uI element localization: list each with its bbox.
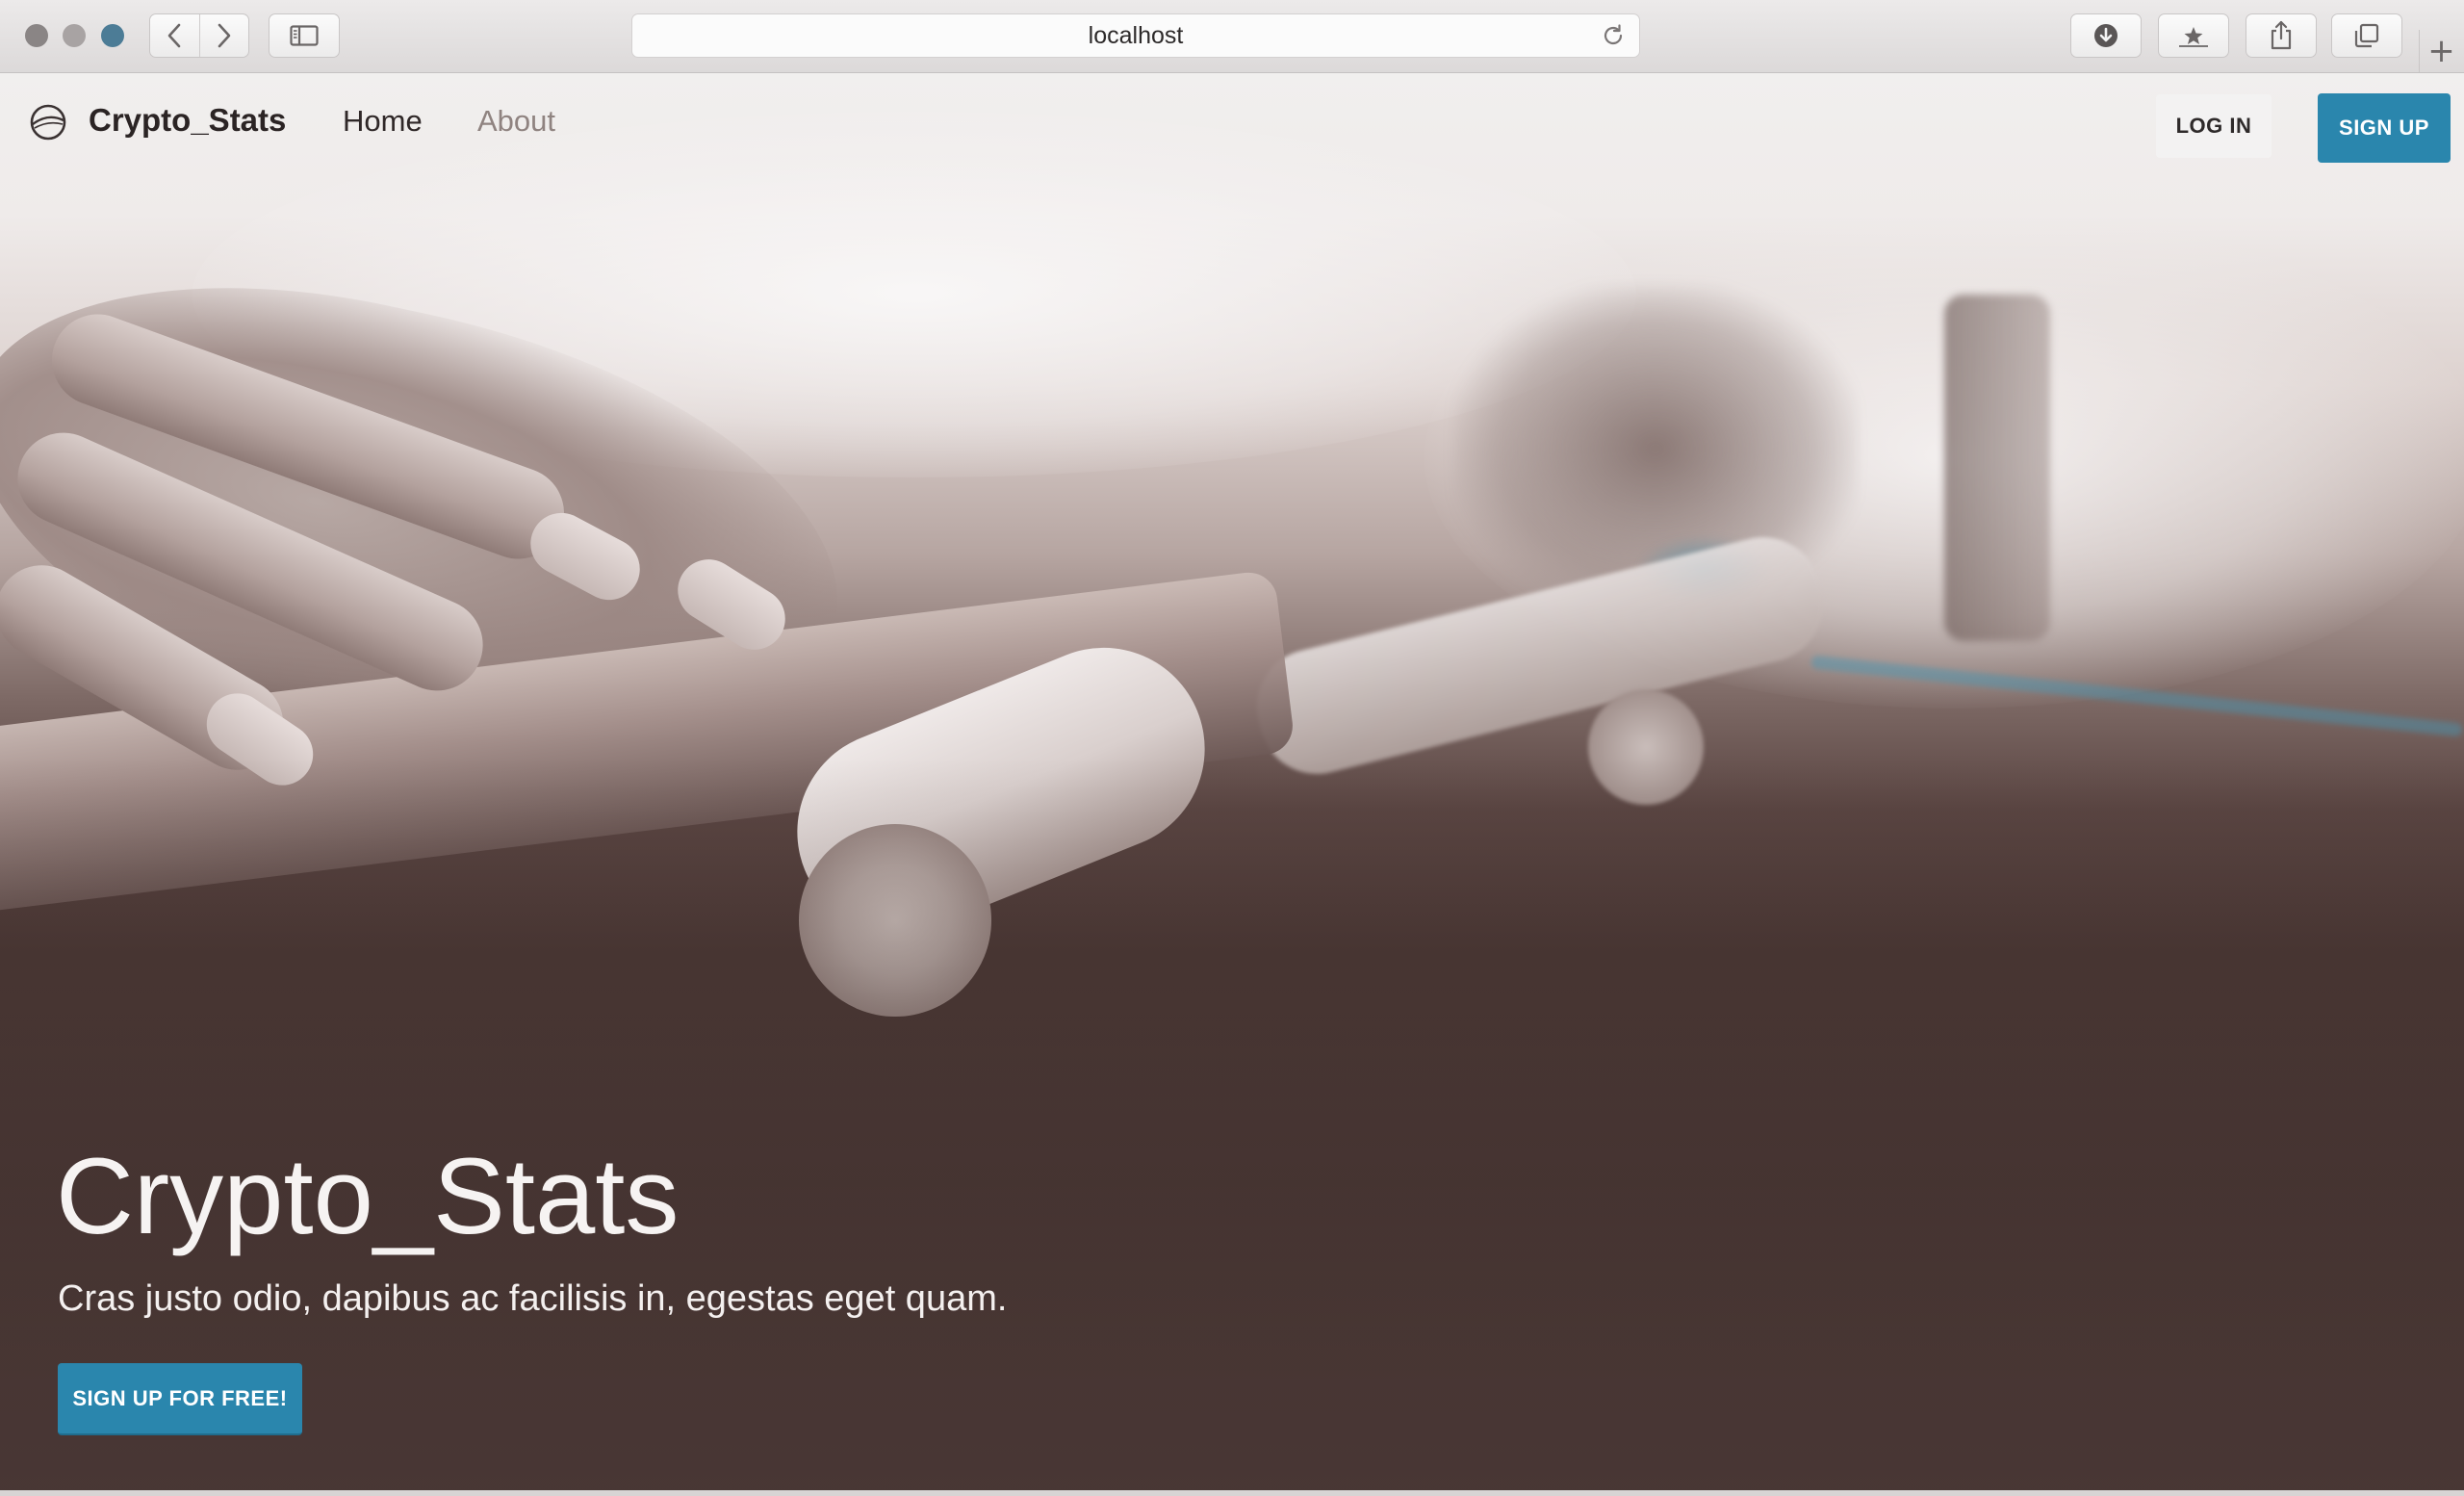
hero-title: Crypto_Stats [56,1136,680,1256]
window-close-button[interactable] [25,24,48,47]
monitor-stand-shape [1944,295,2050,641]
chevron-left-icon [168,23,181,48]
nav-link-home[interactable]: Home [343,104,423,139]
hero-shade [0,759,2464,1490]
site-navbar: Crypto_Stats Home About LOG IN SIGN UP [0,73,2464,169]
window-bottom-edge [0,1490,2464,1496]
back-button[interactable] [150,14,199,57]
login-button[interactable]: LOG IN [2156,94,2272,158]
tabs-overview-icon [2354,23,2379,48]
landing-page: Crypto_Stats Home About LOG IN SIGN UP C… [0,73,2464,1490]
bookmark-star-icon [2179,27,2208,47]
history-nav-group [149,13,249,58]
brand-name[interactable]: Crypto_Stats [89,102,286,139]
share-icon [2271,20,2292,50]
sidebar-icon [290,25,319,46]
new-tab-button[interactable]: + [2419,30,2463,72]
downloads-button[interactable] [2070,13,2142,58]
reload-icon[interactable] [1601,23,1626,48]
url-text: localhost [1088,21,1184,49]
sidebar-toggle-button[interactable] [269,13,340,58]
forward-button[interactable] [198,14,248,57]
bookmarks-button[interactable] [2158,13,2229,58]
share-button[interactable] [2246,13,2317,58]
nav-link-about[interactable]: About [477,104,555,139]
brand-logo-icon[interactable] [29,103,67,142]
download-icon [2094,24,2118,47]
chevron-right-icon [218,23,231,48]
address-bar[interactable]: localhost [631,13,1640,58]
plus-icon: + [2427,32,2455,70]
browser-toolbar: localhost + [0,0,2464,73]
signup-button[interactable]: SIGN UP [2318,93,2451,163]
window-minimize-button[interactable] [63,24,86,47]
signup-free-button[interactable]: SIGN UP FOR FREE! [58,1363,302,1435]
hero-subtitle: Cras justo odio, dapibus ac facilisis in… [58,1278,1008,1319]
tab-overview-button[interactable] [2331,13,2402,58]
window-maximize-button[interactable] [101,24,124,47]
